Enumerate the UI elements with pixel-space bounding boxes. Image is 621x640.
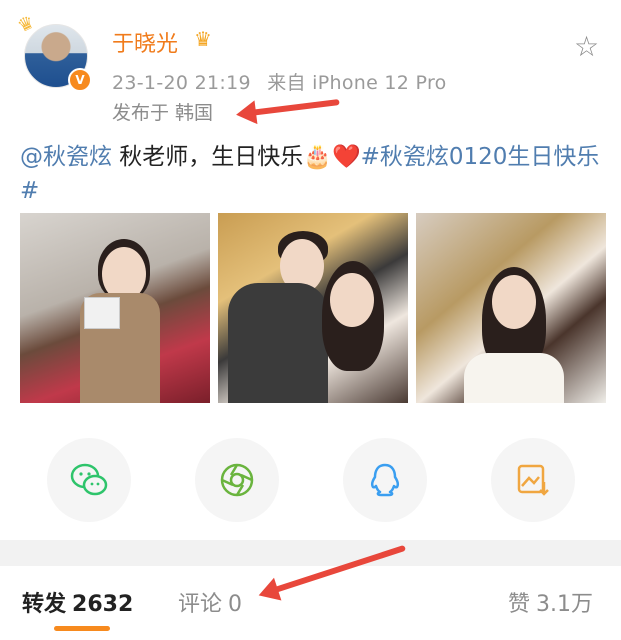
share-moments-button[interactable] <box>195 438 279 522</box>
avatar[interactable]: ♛ V <box>14 12 94 92</box>
photo-1[interactable] <box>20 213 210 403</box>
tab-comment-label: 评论 <box>178 592 223 617</box>
tab-repost[interactable]: 转发 2632 <box>22 586 133 618</box>
post-datetime: 23-1-20 21:19 <box>112 72 251 94</box>
tab-repost-label: 转发 <box>22 592 67 617</box>
weibo-post: ♛ V 于晓光 ♛ 23-1-20 21:19 来自 iPhone 12 Pro… <box>0 0 621 540</box>
save-image-button[interactable] <box>491 438 575 522</box>
section-divider <box>0 540 621 566</box>
wechat-icon <box>70 463 108 496</box>
photo-3[interactable] <box>416 213 606 403</box>
verified-badge: V <box>68 68 92 92</box>
vip-crown-icon[interactable]: ♛ <box>194 27 212 51</box>
share-wechat-button[interactable] <box>47 438 131 522</box>
tab-comment-count: 0 <box>228 592 243 617</box>
tab-like-label: 赞 <box>508 592 531 617</box>
tab-repost-count: 2632 <box>72 592 134 617</box>
save-image-icon <box>517 464 549 496</box>
post-body: 秋老师，生日快乐🎂❤️ <box>112 144 361 170</box>
qq-icon <box>370 463 400 497</box>
photo-2[interactable] <box>218 213 408 403</box>
author-name[interactable]: 于晓光 <box>112 26 178 58</box>
post-source: 来自 iPhone 12 Pro <box>267 72 447 94</box>
share-qq-button[interactable] <box>343 438 427 522</box>
active-tab-indicator <box>54 626 110 631</box>
tab-like[interactable]: 赞 3.1万 <box>508 586 593 618</box>
tab-comment[interactable]: 评论 0 <box>178 586 242 618</box>
post-location: 发布于 韩国 <box>112 102 214 124</box>
post-text: @秋瓷炫 秋老师，生日快乐🎂❤️#秋瓷炫0120生日快乐# <box>20 140 610 208</box>
annotation-arrow-location <box>249 99 340 116</box>
moments-icon <box>220 463 254 497</box>
post-meta: 23-1-20 21:19 来自 iPhone 12 Pro <box>112 68 457 95</box>
favorite-star-icon[interactable]: ☆ <box>574 30 599 63</box>
mention-link[interactable]: @秋瓷炫 <box>20 144 112 170</box>
tab-like-count: 3.1万 <box>536 592 594 617</box>
